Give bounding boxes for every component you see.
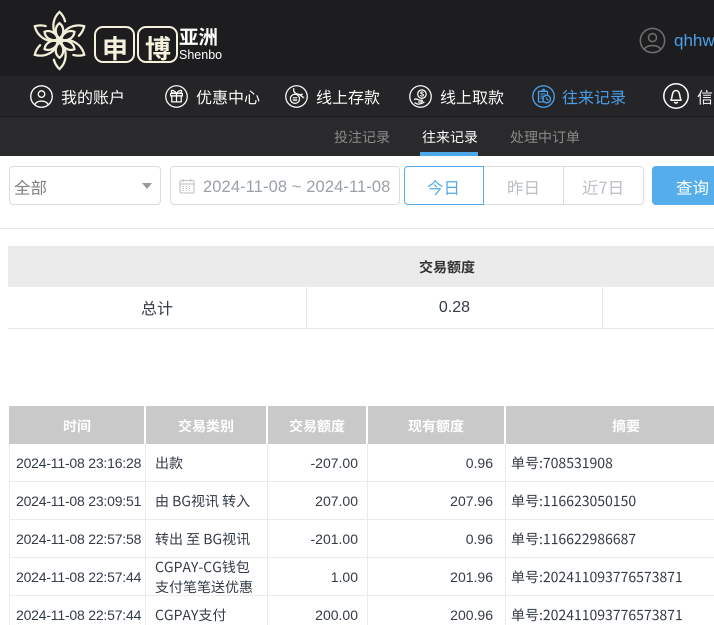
svg-text:$: $ [420, 90, 424, 98]
